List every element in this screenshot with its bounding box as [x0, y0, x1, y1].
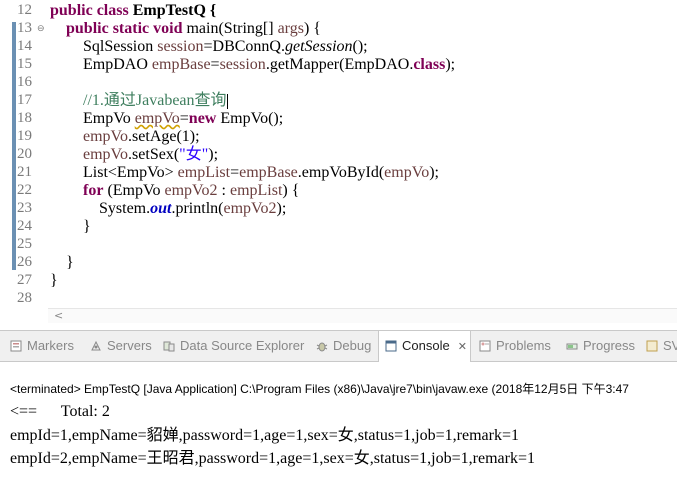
close-icon[interactable]: ✕ [458, 332, 467, 362]
line-number: 28 [17, 290, 32, 306]
line-number: 12 [17, 2, 32, 18]
tab-sv[interactable]: SV [646, 331, 677, 361]
code-line-24[interactable]: } [83, 218, 91, 235]
line-number: 18 [17, 110, 32, 126]
code-line-18[interactable]: EmpVo empVo=new EmpVo(); [83, 110, 283, 127]
line-number: 19 [17, 128, 32, 144]
code-line-23[interactable]: System.out.println(empVo2); [99, 200, 286, 217]
tab-servers[interactable]: Servers [90, 331, 152, 361]
line-number: 22 [17, 182, 32, 198]
sv-icon [646, 340, 658, 352]
code-line-27[interactable]: } [50, 272, 58, 289]
line-number: 24 [17, 218, 32, 234]
line-number: 13 [17, 20, 32, 36]
code-line-17[interactable]: //1.通过Javabean查询 [83, 92, 228, 109]
code-line-15[interactable]: EmpDAO empBase=session.getMapper(EmpDAO.… [83, 56, 455, 73]
code-editor[interactable]: 12 13 ⊖ 14 15 16 17 18 19 20 21 22 23 24… [0, 0, 677, 323]
line-number: 26 [17, 254, 32, 270]
tab-data-source-explorer[interactable]: Data Source Explorer [163, 331, 304, 361]
console-output-line: empId=1,empName=貂婵,password=1,age=1,sex=… [10, 427, 519, 444]
tab-progress[interactable]: Progress [566, 331, 635, 361]
code-line-19[interactable]: empVo.setAge(1); [83, 128, 200, 145]
line-number: 27 [17, 272, 32, 288]
code-line-14[interactable]: SqlSession session=DBConnQ.getSession(); [83, 38, 368, 55]
code-line-22[interactable]: for (EmpVo empVo2 : empList) { [83, 182, 299, 199]
tab-debug[interactable]: Debug [316, 331, 371, 361]
tab-problems[interactable]: Problems [479, 331, 551, 361]
console-output-line: empId=2,empName=王昭君,password=1,age=1,sex… [10, 450, 535, 467]
code-line-20[interactable]: empVo.setSex("女"); [83, 146, 218, 163]
code-line-21[interactable]: List<EmpVo> empList=empBase.empVoById(em… [83, 164, 439, 181]
console-icon [385, 340, 397, 352]
markers-icon [10, 340, 22, 352]
tab-markers[interactable]: Markers [10, 331, 74, 361]
problems-icon [479, 340, 491, 352]
line-number: 17 [17, 92, 32, 108]
line-number: 20 [17, 146, 32, 162]
console-output-line: <== Total: 2 [10, 403, 110, 420]
code-line-26[interactable]: } [66, 254, 74, 271]
line-number: 25 [17, 236, 32, 252]
line-number: 21 [17, 164, 32, 180]
servers-icon [91, 340, 101, 351]
change-ruler [12, 22, 16, 270]
code-line-12[interactable]: public class EmpTestQ { [50, 2, 216, 19]
scroll-left-icon[interactable]: < [54, 309, 63, 323]
data-source-icon [163, 341, 175, 352]
tab-console[interactable]: Console ✕ [378, 331, 471, 362]
line-number: 15 [17, 56, 32, 72]
line-number: 14 [17, 38, 32, 54]
view-tab-bar: Markers Servers Data Source Explorer Deb… [0, 330, 677, 362]
code-line-13[interactable]: public static void main(String[] args) { [66, 20, 321, 37]
text-caret [226, 93, 228, 109]
horizontal-scrollbar[interactable]: < [48, 308, 677, 323]
fold-collapse-icon[interactable]: ⊖ [37, 20, 45, 37]
debug-icon [316, 342, 328, 352]
progress-icon [566, 343, 578, 350]
line-number: 23 [17, 200, 32, 216]
line-number: 16 [17, 74, 32, 90]
console-status-line: <terminated> EmpTestQ [Java Application]… [10, 382, 629, 396]
